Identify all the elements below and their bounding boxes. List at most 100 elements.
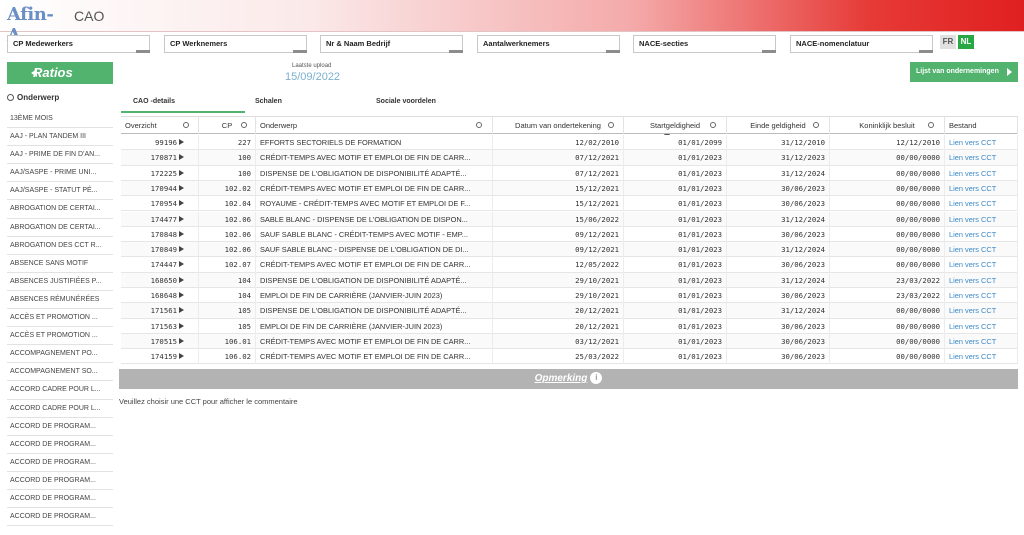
- sidebar-item[interactable]: ACCORD CADRE POUR L...: [7, 400, 113, 418]
- sidebar-item[interactable]: ACCORD CADRE POUR L...: [7, 381, 113, 400]
- sidebar-item[interactable]: ACCORD DE PROGRAM...: [7, 418, 113, 436]
- table-row[interactable]: 172225 100 DISPENSE DE L'OBLIGATION DE DIS…: [121, 165, 1018, 181]
- filter-nace-secties[interactable]: NACE-secties: [633, 35, 776, 53]
- sidebar-item[interactable]: ACCOMPAGNEMENT SO...: [7, 363, 113, 382]
- col-bestand-cell[interactable]: Lien vers CCT: [945, 211, 1018, 227]
- opmerking-bar[interactable]: Opmerking i: [119, 369, 1018, 389]
- table-row[interactable]: 170848 102.06 SAUF SABLE BLANC - CRÉDIT-TE…: [121, 226, 1018, 243]
- sidebar-item[interactable]: ABROGATION DE CERTAI...: [7, 219, 113, 237]
- col-onderwerp-header[interactable]: Onderwerp: [256, 117, 493, 134]
- cct-link[interactable]: Lien vers CCT: [949, 276, 996, 285]
- col-cp-header[interactable]: CP: [199, 117, 256, 134]
- col-bestand-cell[interactable]: Lien vers CCT: [945, 318, 1018, 334]
- sidebar-item[interactable]: ACCÈS ET PROMOTION ...: [7, 327, 113, 346]
- cct-link[interactable]: Lien vers CCT: [949, 138, 996, 147]
- ratios-button[interactable]: Ratios: [7, 62, 113, 84]
- sidebar-item[interactable]: ABROGATION DE CERTAI...: [7, 200, 113, 219]
- col-overzicht-header[interactable]: Overzicht: [121, 117, 199, 134]
- col-einde-geldigheid-header[interactable]: Einde geldigheid: [727, 117, 830, 134]
- table-row[interactable]: 170515 106.01 CRÉDIT-TEMPS AVEC MOTIF ET E…: [121, 333, 1018, 350]
- search-icon[interactable]: [183, 122, 189, 128]
- sidebar-item[interactable]: ACCORD DE PROGRAM...: [7, 490, 113, 509]
- filter-cp-werknemers[interactable]: CP Werknemers: [164, 35, 307, 53]
- tab-schalen[interactable]: Schalen: [255, 93, 345, 113]
- sidebar-item[interactable]: ACCOMPAGNEMENT PO...: [7, 345, 113, 364]
- tab-cao-details[interactable]: CAO -details: [121, 93, 245, 113]
- sidebar-item[interactable]: ACCÈS ET PROMOTION ...: [7, 309, 113, 328]
- table-row[interactable]: 171561 105 DISPENSE DE L'OBLIGATION DE DIS…: [121, 303, 1018, 319]
- col-bestand-cell[interactable]: Lien vers CCT: [945, 349, 1018, 365]
- expand-arrow-icon[interactable]: [179, 337, 184, 344]
- cct-link[interactable]: Lien vers CCT: [949, 215, 996, 224]
- lijst-ondernemingen-button[interactable]: Lijst van ondernemingen: [910, 62, 1018, 82]
- table-row[interactable]: 170954 102.04 ROYAUME - CRÉDIT-TEMPS AVEC …: [121, 196, 1018, 212]
- sidebar-item[interactable]: ACCORD DE PROGRAM...: [7, 454, 113, 472]
- expand-arrow-icon[interactable]: [179, 230, 184, 237]
- col-startgeldigheid-header[interactable]: Startgeldigheid: [624, 117, 727, 134]
- filter-aantalwerknemers[interactable]: Aantalwerknemers: [477, 35, 620, 53]
- col-bestand-cell[interactable]: Lien vers CCT: [945, 333, 1018, 350]
- filter-nace-nomenclatuur[interactable]: NACE-nomenclatuur: [790, 35, 933, 53]
- sidebar-item[interactable]: AAJ/SASPE - PRIME UNI...: [7, 164, 113, 183]
- col-bestand-cell[interactable]: Lien vers CCT: [945, 226, 1018, 243]
- sidebar-item[interactable]: ABSENCE SANS MOTIF: [7, 255, 113, 273]
- cct-link[interactable]: Lien vers CCT: [949, 306, 996, 315]
- info-icon[interactable]: i: [590, 372, 603, 384]
- expand-arrow-icon[interactable]: [179, 322, 184, 329]
- search-icon[interactable]: [710, 122, 716, 128]
- search-icon[interactable]: [608, 122, 614, 128]
- table-row[interactable]: 168650 104 DISPENSE DE L'OBLIGATION DE DIS…: [121, 272, 1018, 288]
- app-logo[interactable]: Afin-A: [7, 4, 63, 46]
- table-row[interactable]: 170944 102.02 CRÉDIT-TEMPS AVEC MOTIF ET E…: [121, 180, 1018, 197]
- sidebar-item[interactable]: AAJ - PRIME DE FIN D'AN...: [7, 146, 113, 165]
- filter-nr-naam-bedrijf[interactable]: Nr & Naam Bedrijf: [320, 35, 463, 53]
- table-row[interactable]: 170849 102.06 SAUF SABLE BLANC - DISPENSE …: [121, 242, 1018, 258]
- table-row[interactable]: 171563 105 EMPLOI DE FIN DE CARRIÈRE (JANV…: [121, 318, 1018, 334]
- lang-fr-button[interactable]: FR: [940, 35, 956, 49]
- cct-link[interactable]: Lien vers CCT: [949, 169, 996, 178]
- sidebar-item[interactable]: ABSENCES RÉMUNÉRÉES: [7, 291, 113, 310]
- table-row[interactable]: 99196 227 EFFORTS SECTORIELS DE FORMATION 1…: [121, 135, 1018, 151]
- expand-arrow-icon[interactable]: [179, 276, 184, 283]
- col-bestand-cell[interactable]: Lien vers CCT: [945, 303, 1018, 319]
- col-bestand-cell[interactable]: Lien vers CCT: [945, 196, 1018, 212]
- col-bestand-cell[interactable]: Lien vers CCT: [945, 272, 1018, 288]
- cct-link[interactable]: Lien vers CCT: [949, 245, 996, 254]
- col-bestand-cell[interactable]: Lien vers CCT: [945, 150, 1018, 166]
- cct-link[interactable]: Lien vers CCT: [949, 230, 996, 239]
- expand-arrow-icon[interactable]: [179, 200, 184, 207]
- tab-sociale-voordelen[interactable]: Sociale voordelen: [376, 93, 486, 113]
- col-koninklijk-besluit-header[interactable]: Koninklijk besluit: [830, 117, 945, 134]
- lang-nl-button[interactable]: NL: [958, 35, 974, 49]
- expand-arrow-icon[interactable]: [179, 139, 184, 145]
- expand-arrow-icon[interactable]: [179, 246, 184, 253]
- expand-arrow-icon[interactable]: [179, 353, 184, 360]
- sidebar-item[interactable]: ACCORD DE PROGRAM...: [7, 508, 113, 527]
- expand-arrow-icon[interactable]: [179, 307, 184, 314]
- expand-arrow-icon[interactable]: [179, 154, 184, 161]
- sidebar-item[interactable]: ABROGATION DES CCT R...: [7, 237, 113, 255]
- col-bestand-cell[interactable]: Lien vers CCT: [945, 135, 1018, 151]
- expand-arrow-icon[interactable]: [179, 261, 184, 268]
- cct-link[interactable]: Lien vers CCT: [949, 199, 996, 208]
- table-row[interactable]: 168648 104 EMPLOI DE FIN DE CARRIÈRE (JANV…: [121, 288, 1018, 304]
- expand-arrow-icon[interactable]: [179, 169, 184, 176]
- cct-link[interactable]: Lien vers CCT: [949, 184, 996, 193]
- sidebar-item[interactable]: 13ÈME MOIS: [7, 110, 113, 129]
- cct-link[interactable]: Lien vers CCT: [949, 352, 996, 361]
- sidebar-item[interactable]: ACCORD DE PROGRAM...: [7, 436, 113, 454]
- table-row[interactable]: 174477 102.06 SABLE BLANC - DISPENSE DE L'…: [121, 211, 1018, 227]
- expand-arrow-icon[interactable]: [179, 292, 184, 298]
- col-bestand-cell[interactable]: Lien vers CCT: [945, 242, 1018, 258]
- cct-link[interactable]: Lien vers CCT: [949, 260, 996, 269]
- cct-link[interactable]: Lien vers CCT: [949, 322, 996, 331]
- table-row[interactable]: 174159 106.02 CRÉDIT-TEMPS AVEC MOTIF ET E…: [121, 349, 1018, 365]
- sidebar-header[interactable]: Onderwerp: [7, 93, 113, 107]
- cct-link[interactable]: Lien vers CCT: [949, 337, 996, 346]
- sidebar-item[interactable]: ACCORD DE PROGRAM...: [7, 472, 113, 490]
- search-icon[interactable]: [476, 122, 482, 128]
- search-icon[interactable]: [241, 122, 247, 128]
- filter-cp-medewerkers[interactable]: CP Medewerkers: [7, 35, 150, 53]
- col-bestand-cell[interactable]: Lien vers CCT: [945, 165, 1018, 181]
- sidebar-item[interactable]: AAJ/SASPE - STATUT PÉ...: [7, 182, 113, 201]
